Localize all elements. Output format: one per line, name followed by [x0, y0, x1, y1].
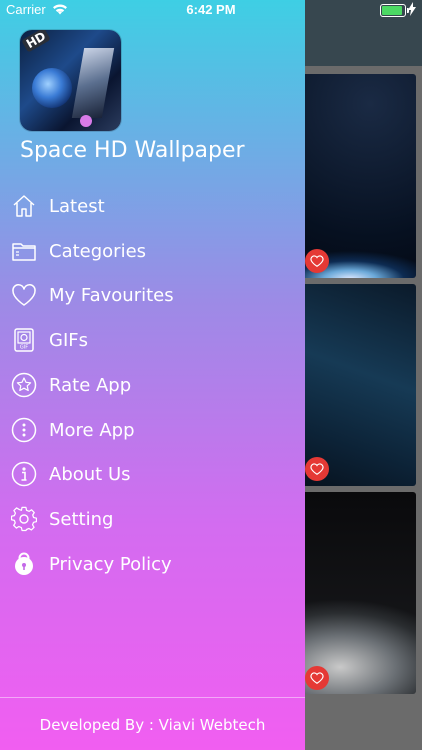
status-bar: Carrier 6:42 PM: [0, 0, 422, 20]
menu-item-label: Privacy Policy: [49, 553, 172, 575]
more-icon: [11, 417, 37, 443]
menu-item-label: Setting: [49, 508, 114, 530]
menu-item-privacy-policy[interactable]: Privacy Policy: [0, 542, 305, 586]
menu-item-label: Latest: [49, 195, 105, 217]
menu-item-label: Categories: [49, 240, 147, 262]
menu-item-gifs[interactable]: GIF GIFs: [0, 318, 305, 362]
menu-item-label: About Us: [49, 463, 131, 485]
favourite-heart-icon[interactable]: [305, 457, 329, 481]
svg-text:GIF: GIF: [20, 345, 28, 351]
favourite-heart-icon[interactable]: [305, 666, 329, 690]
menu-item-label: GIFs: [49, 329, 88, 351]
battery-icon: [380, 4, 409, 17]
menu-item-my-favourites[interactable]: My Favourites: [0, 273, 305, 317]
footer-divider: [0, 697, 305, 698]
gear-icon: [11, 506, 37, 532]
menu-item-latest[interactable]: Latest: [0, 184, 305, 228]
home-icon: [11, 193, 37, 219]
menu-item-label: Rate App: [49, 374, 132, 396]
app-title: Space HD Wallpaper: [20, 138, 245, 163]
folder-icon: [11, 238, 37, 264]
clock: 6:42 PM: [186, 2, 236, 17]
menu-item-label: My Favourites: [49, 284, 174, 306]
gif-icon: GIF: [11, 327, 37, 353]
developer-credit: Developed By : Viavi Webtech: [39, 716, 266, 734]
star-icon: [11, 372, 37, 398]
heart-icon: [11, 282, 37, 308]
menu-item-categories[interactable]: Categories: [0, 229, 305, 273]
favourite-heart-icon[interactable]: [305, 249, 329, 273]
menu-item-about-us[interactable]: About Us: [0, 452, 305, 496]
info-icon: [11, 461, 37, 487]
menu-item-label: More App: [49, 419, 135, 441]
app-logo: HD: [20, 30, 121, 131]
menu-item-setting[interactable]: Setting: [0, 497, 305, 541]
menu-item-rate-app[interactable]: Rate App: [0, 363, 305, 407]
navigation-drawer: HD Space HD Wallpaper Latest Categories …: [0, 0, 305, 750]
logo-hd-badge: HD: [21, 30, 51, 53]
lock-icon: [11, 551, 37, 577]
menu-item-more-app[interactable]: More App: [0, 408, 305, 452]
charging-bolt-icon: [408, 2, 416, 19]
